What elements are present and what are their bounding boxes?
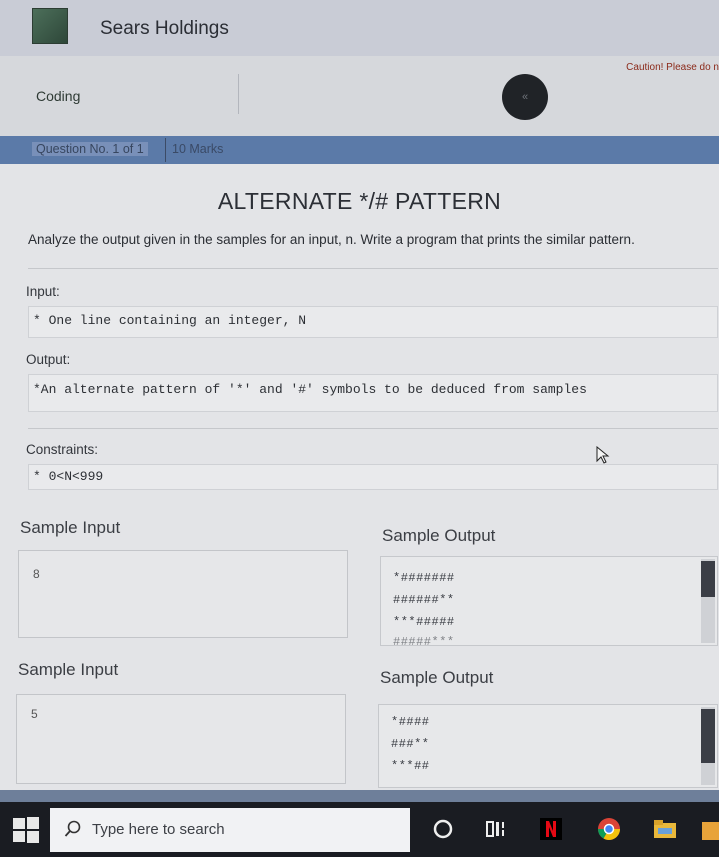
output-scrollbar-thumb[interactable] xyxy=(701,561,715,597)
sample-output-line: *#### xyxy=(391,715,430,729)
windows-start-icon[interactable] xyxy=(10,814,42,846)
netflix-app-icon[interactable] xyxy=(538,816,564,842)
store-app-icon[interactable] xyxy=(700,816,719,842)
question-bar: Question No. 1 of 1 10 Marks xyxy=(0,136,719,164)
output-label: Output: xyxy=(26,352,71,367)
problem-panel: ALTERNATE */# PATTERN Analyze the output… xyxy=(0,164,719,790)
sample-output-line: *####### xyxy=(393,571,455,585)
cortana-icon[interactable] xyxy=(430,816,456,842)
sample-output-line: #####*** xyxy=(393,635,455,646)
task-view-icon[interactable] xyxy=(484,816,510,842)
section-tab-coding[interactable]: Coding xyxy=(36,88,80,104)
sample-output-line: ######** xyxy=(393,593,455,607)
window-bottom-strip xyxy=(0,790,719,802)
caution-notice: Caution! Please do n xyxy=(626,62,719,73)
taskbar-search-input[interactable]: Type here to search xyxy=(50,808,410,852)
constraints-description: * 0<N<999 xyxy=(28,464,718,490)
input-label: Input: xyxy=(26,284,60,299)
constraints-label: Constraints: xyxy=(26,442,99,457)
mouse-pointer-icon xyxy=(596,446,610,464)
sample-output-line: ***##### xyxy=(393,615,455,629)
problem-description: Analyze the output given in the samples … xyxy=(28,232,635,247)
section-divider xyxy=(28,428,718,429)
sample-input-label: Sample Input xyxy=(18,660,119,679)
company-name: Sears Holdings xyxy=(100,18,229,39)
toolbar-divider xyxy=(238,74,239,114)
output-description: *An alternate pattern of '*' and '#' sym… xyxy=(28,374,718,412)
sample-output-label: Sample Output xyxy=(380,668,494,687)
sample-input-box[interactable]: 5 xyxy=(16,694,346,784)
search-icon xyxy=(64,820,81,837)
taskbar: Type here to search xyxy=(0,802,719,857)
problem-title: ALTERNATE */# PATTERN xyxy=(217,188,502,214)
question-bar-divider xyxy=(165,138,166,162)
app-header: Sears Holdings xyxy=(0,0,719,56)
section-divider xyxy=(28,268,718,269)
file-explorer-icon[interactable] xyxy=(652,816,678,842)
company-logo-icon xyxy=(32,8,68,44)
sample-input-value: 5 xyxy=(31,707,38,721)
sample-output-box[interactable]: *#### ###** ***## xyxy=(378,704,718,788)
sample-input-box[interactable]: 8 xyxy=(18,550,348,638)
sample-output-line: ###** xyxy=(391,737,430,751)
sample-output-box[interactable]: *####### ######** ***##### #####*** xyxy=(380,556,718,646)
sample-output-label: Sample Output xyxy=(382,526,496,545)
question-marks: 10 Marks xyxy=(172,142,224,156)
sample-input-value: 8 xyxy=(33,567,40,581)
collapse-button[interactable]: « xyxy=(502,74,548,120)
question-number[interactable]: Question No. 1 of 1 xyxy=(32,142,148,156)
output-scrollbar-thumb[interactable] xyxy=(701,709,715,763)
search-placeholder: Type here to search xyxy=(92,821,225,838)
sample-output-line: ***## xyxy=(391,759,430,773)
toolbar: Caution! Please do n Coding « xyxy=(0,56,719,136)
sample-input-label: Sample Input xyxy=(20,518,121,537)
input-description: * One line containing an integer, N xyxy=(28,306,718,338)
chrome-icon[interactable] xyxy=(596,816,622,842)
